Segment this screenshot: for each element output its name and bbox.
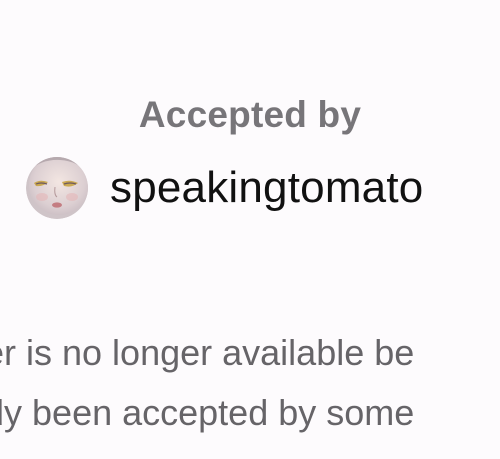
user-avatar[interactable]	[26, 157, 88, 219]
avatar-portrait-icon	[26, 157, 88, 219]
message-line-1: er is no longer available be	[0, 332, 415, 373]
accepted-user[interactable]: speakingtomato	[26, 156, 423, 220]
message-line-2: dy been accepted by some	[0, 392, 415, 433]
username[interactable]: speakingtomato	[110, 160, 423, 216]
accepted-by-label: Accepted by	[138, 94, 362, 135]
accepted-screen: { "accepted": { "label": "Accepted by" }…	[0, 0, 500, 459]
unavailable-message: er is no longer available be dy been acc…	[0, 323, 500, 443]
